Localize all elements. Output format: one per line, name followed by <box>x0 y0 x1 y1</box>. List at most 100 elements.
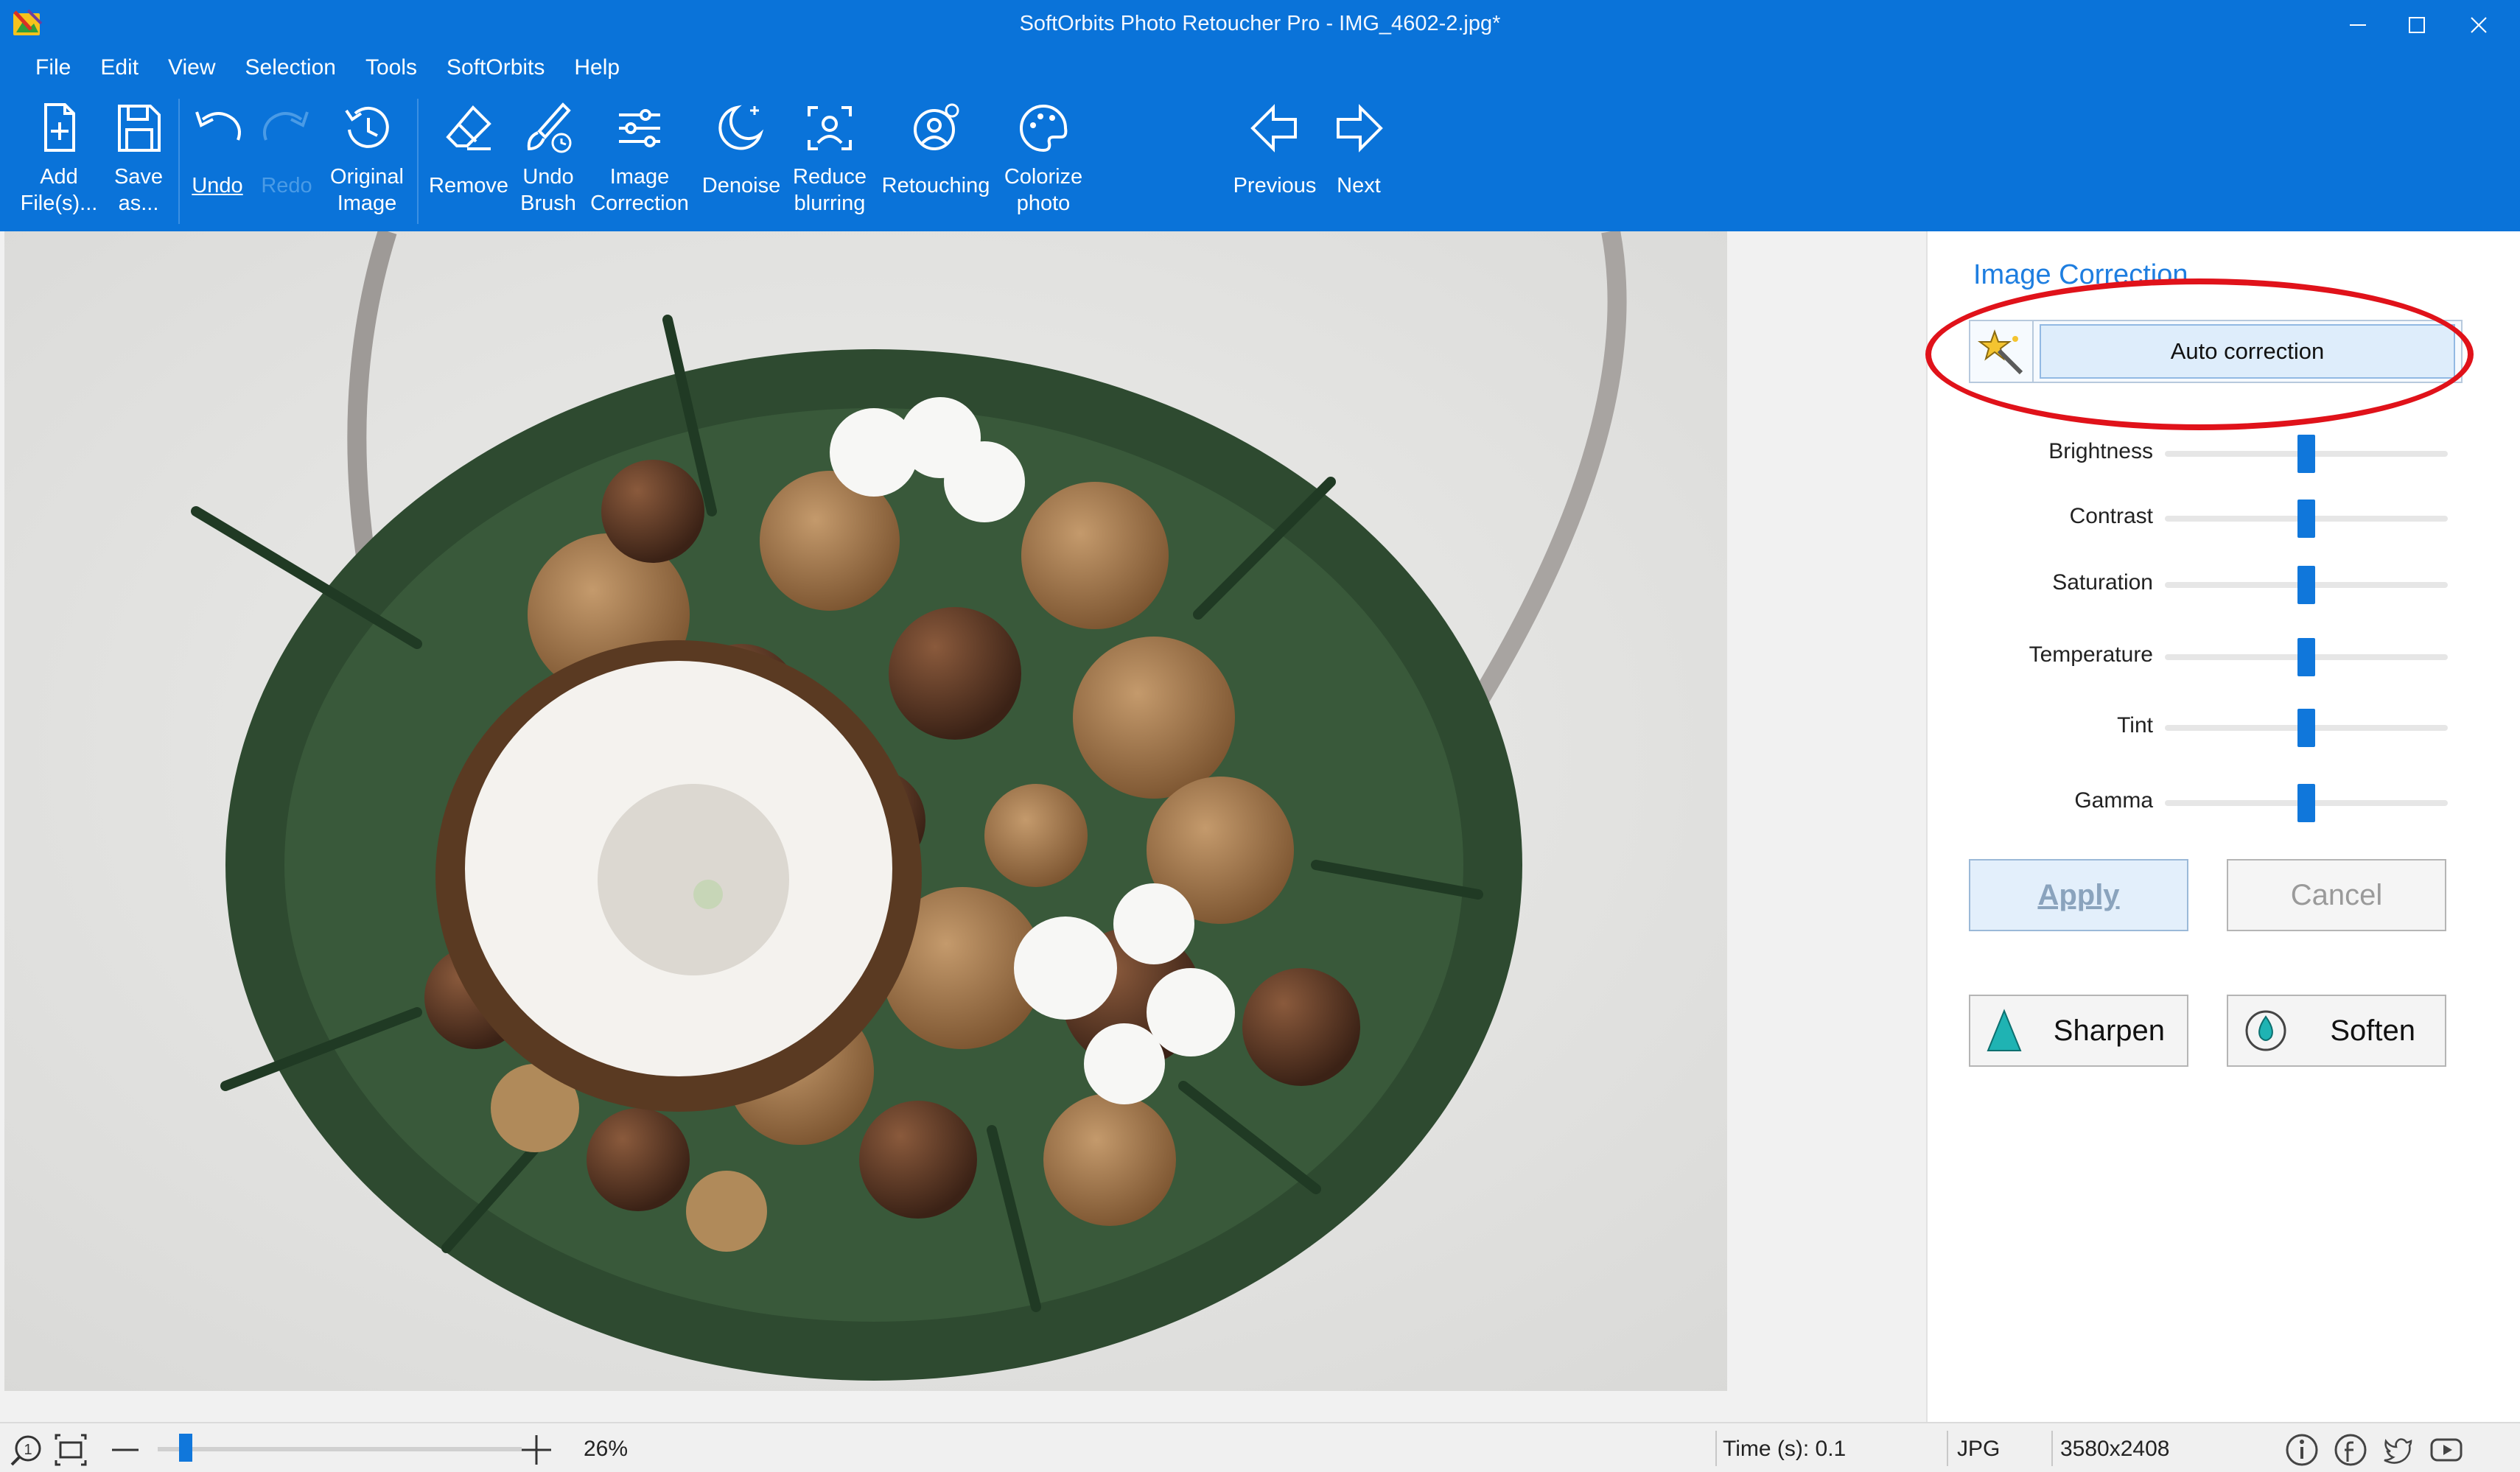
menu-bar: File Edit View Selection Tools SoftOrbit… <box>21 52 634 84</box>
undo-button[interactable]: Undo <box>186 91 249 224</box>
magic-wand-icon[interactable] <box>1970 321 2034 382</box>
menu-tools[interactable]: Tools <box>351 52 432 84</box>
brightness-thumb[interactable] <box>2297 435 2315 473</box>
svg-text:1: 1 <box>24 1442 32 1458</box>
auto-correction-button[interactable]: Auto correction <box>2040 324 2455 379</box>
redo-button[interactable]: Redo <box>255 91 318 224</box>
retouching-label: Retouching <box>881 174 990 197</box>
save-icon <box>118 105 161 152</box>
tint-thumb[interactable] <box>2297 709 2315 747</box>
apply-label: Apply <box>2037 878 2120 911</box>
youtube-icon[interactable] <box>2429 1432 2464 1468</box>
tint-slider[interactable] <box>2165 709 2448 747</box>
menu-softorbits[interactable]: SoftOrbits <box>432 52 559 84</box>
toolbar-divider <box>417 99 419 224</box>
brightness-slider[interactable] <box>2165 435 2448 473</box>
cancel-button[interactable]: Cancel <box>2227 859 2446 931</box>
arrow-left-icon <box>1250 104 1297 153</box>
saturation-thumb[interactable] <box>2297 566 2315 604</box>
brightness-label: Brightness <box>2048 439 2153 463</box>
auto-correction-group: Auto correction <box>1969 320 2463 383</box>
contrast-label: Contrast <box>2069 504 2153 528</box>
menu-view[interactable]: View <box>153 52 230 84</box>
gamma-label: Gamma <box>2074 788 2153 813</box>
app-window: SoftOrbits Photo Retoucher Pro - IMG_460… <box>0 0 2520 1472</box>
redo-label: Redo <box>261 174 312 197</box>
next-button[interactable]: Next <box>1323 91 1394 224</box>
eraser-icon <box>446 105 491 150</box>
retouching-button[interactable]: Retouching <box>877 91 995 224</box>
fit-icon[interactable] <box>53 1432 88 1468</box>
zoom-level: 26% <box>584 1437 629 1461</box>
history-icon <box>345 106 389 148</box>
status-divider <box>1715 1431 1717 1466</box>
image-canvas[interactable] <box>0 231 1926 1422</box>
temperature-slider-row: Temperature <box>1928 635 2520 679</box>
status-divider <box>1947 1431 1948 1466</box>
sharpen-label: Sharpen <box>2053 1014 2165 1047</box>
saturation-label: Saturation <box>2052 570 2153 595</box>
denoise-button[interactable]: Denoise <box>697 91 785 224</box>
status-bar: 1 26% Time (s): 0.1 JPG 3580x2408 <box>0 1422 2520 1472</box>
arrow-right-icon <box>1337 104 1383 153</box>
denoise-label: Denoise <box>701 174 781 197</box>
sliders-icon <box>619 109 660 147</box>
image-correction-button[interactable]: Image Correction <box>584 91 696 224</box>
maximize-button[interactable] <box>2387 4 2446 46</box>
soften-button[interactable]: Soften <box>2227 995 2446 1067</box>
colorize-photo-label: Colorize photo <box>1004 165 1083 215</box>
undo-icon <box>195 111 241 141</box>
facebook-icon[interactable] <box>2333 1432 2368 1468</box>
toolbar: Add File(s)... Save as... Undo Redo Orig… <box>0 91 2520 228</box>
zoom-out-icon[interactable] <box>108 1432 143 1468</box>
undo-brush-button[interactable]: Undo Brush <box>516 91 581 224</box>
zoom-slider[interactable] <box>158 1447 522 1451</box>
gamma-slider[interactable] <box>2165 784 2448 822</box>
previous-button[interactable]: Previous <box>1226 91 1323 224</box>
colorize-photo-button[interactable]: Colorize photo <box>998 91 1089 224</box>
close-button[interactable] <box>2449 4 2508 46</box>
original-image-label: Original Image <box>330 165 404 215</box>
zoom-icon[interactable]: 1 <box>9 1432 44 1468</box>
menu-file[interactable]: File <box>21 52 85 84</box>
menu-edit[interactable]: Edit <box>85 52 153 84</box>
header: SoftOrbits Photo Retoucher Pro - IMG_460… <box>0 0 2520 231</box>
add-file-icon <box>44 103 75 152</box>
tint-label: Tint <box>2117 713 2153 737</box>
reduce-blurring-label: Reduce blurring <box>793 165 867 215</box>
zoom-thumb[interactable] <box>178 1434 192 1462</box>
status-divider <box>2051 1431 2053 1466</box>
save-as-button[interactable]: Save as... <box>105 91 172 224</box>
panel-title: Image Correction <box>1973 259 2188 290</box>
dimensions-text: 3580x2408 <box>2060 1437 2170 1461</box>
twitter-icon[interactable] <box>2380 1432 2415 1468</box>
zoom-in-icon[interactable] <box>519 1432 554 1468</box>
reduce-blurring-button[interactable]: Reduce blurring <box>785 91 874 224</box>
undo-label: Undo <box>192 174 243 197</box>
original-image-button[interactable]: Original Image <box>323 91 411 224</box>
toolbar-divider <box>178 99 180 224</box>
brightness-slider-row: Brightness <box>1928 432 2520 476</box>
minimize-button[interactable] <box>2328 4 2387 46</box>
sharpen-icon <box>1987 1009 2022 1051</box>
temperature-slider[interactable] <box>2165 638 2448 676</box>
contrast-thumb[interactable] <box>2297 500 2315 538</box>
undo-brush-icon <box>527 102 572 153</box>
reduce-blur-icon <box>808 106 852 150</box>
contrast-slider[interactable] <box>2165 500 2448 538</box>
temperature-thumb[interactable] <box>2297 638 2315 676</box>
sharpen-button[interactable]: Sharpen <box>1969 995 2188 1067</box>
next-label: Next <box>1337 174 1381 197</box>
remove-button[interactable]: Remove <box>423 91 514 224</box>
remove-label: Remove <box>429 174 508 197</box>
menu-selection[interactable]: Selection <box>231 52 351 84</box>
soften-icon <box>2245 1010 2286 1051</box>
image-correction-panel: Image Correction Auto correction Brightn… <box>1926 231 2520 1422</box>
add-files-button[interactable]: Add File(s)... <box>18 91 100 224</box>
info-icon[interactable] <box>2284 1432 2320 1468</box>
menu-help[interactable]: Help <box>559 52 634 84</box>
saturation-slider[interactable] <box>2165 566 2448 604</box>
title-bar: SoftOrbits Photo Retoucher Pro - IMG_460… <box>0 0 2520 50</box>
apply-button[interactable]: Apply <box>1969 859 2188 931</box>
gamma-thumb[interactable] <box>2297 784 2315 822</box>
